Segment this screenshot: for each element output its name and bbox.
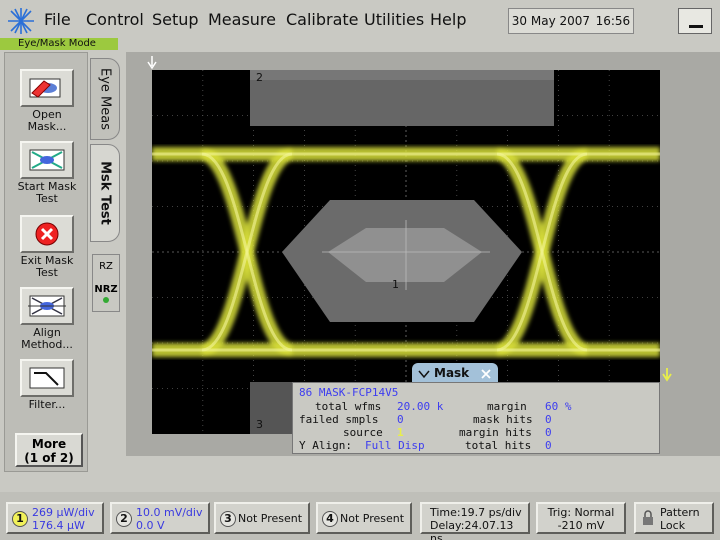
channel-4-badge: 4: [322, 511, 338, 527]
tab-eye-meas[interactable]: Eye Meas: [90, 58, 120, 140]
tab-msk-test[interactable]: Msk Test: [90, 144, 120, 242]
timebase-scale: Time:19.7 ps/div: [430, 506, 522, 519]
start-mask-test-label: Start Mask Test: [17, 180, 77, 205]
channel-4-status: Not Present: [340, 512, 405, 525]
filter-button[interactable]: Filter...: [13, 359, 81, 411]
menu-utilities[interactable]: Utilities: [364, 10, 424, 29]
trigger-mode: Trig: Normal: [547, 506, 615, 519]
menu-measure[interactable]: Measure: [208, 10, 276, 29]
date-text: 30 May 2007: [511, 14, 591, 28]
menu-help[interactable]: Help: [430, 10, 466, 29]
trigger-marker-icon: [662, 368, 672, 382]
channel-1-offset: 176.4 µW: [32, 519, 85, 532]
open-mask-button[interactable]: Open Mask...: [13, 69, 81, 133]
start-mask-test-button[interactable]: Start Mask Test: [13, 141, 81, 205]
mask-panel-title: Mask: [434, 366, 470, 380]
total-hits-value: 0: [545, 439, 552, 452]
filter-icon: [20, 359, 74, 397]
channel-2-button[interactable]: 2 10.0 mV/div 0.0 V: [110, 502, 210, 534]
channel-2-badge: 2: [116, 511, 132, 527]
region-label-2: 2: [256, 71, 263, 84]
channel-3-badge: 3: [220, 511, 236, 527]
lock-label: Lock: [660, 519, 686, 532]
lock-icon: [643, 510, 653, 525]
tab-eye-meas-label: Eye Meas: [97, 68, 113, 130]
channel-2-scale: 10.0 mV/div: [136, 506, 203, 519]
open-mask-label: Open Mask...: [27, 108, 67, 133]
timebase-button[interactable]: Time:19.7 ps/div Delay:24.07.13 ns: [420, 502, 530, 540]
margin-value: 60 %: [545, 400, 572, 413]
y-align-value: Full Disp: [365, 439, 425, 452]
channel-2-offset: 0.0 V: [136, 519, 165, 532]
exit-mask-test-icon: [20, 215, 74, 253]
menu-bar: File Control Setup Measure Calibrate Uti…: [0, 0, 720, 40]
total-wfms-value: 20.00 k: [397, 400, 444, 413]
exit-mask-test-label: Exit Mask Test: [20, 254, 74, 279]
menu-calibrate[interactable]: Calibrate: [286, 10, 359, 29]
rz-label: RZ: [99, 261, 113, 272]
align-method-label: Align Method...: [21, 326, 73, 351]
total-wfms-label: total wfms: [315, 400, 382, 413]
mode-label: Eye/Mask Mode: [0, 38, 118, 50]
close-icon[interactable]: [480, 368, 492, 380]
channel-1-badge: 1: [12, 511, 28, 527]
channel-3-button[interactable]: 3 Not Present: [214, 502, 310, 534]
minimize-button[interactable]: [678, 8, 712, 34]
nrz-label: NRZ: [94, 284, 118, 295]
agilent-logo-icon: [8, 8, 34, 34]
rz-nrz-selector[interactable]: RZ NRZ: [92, 254, 120, 312]
channel-4-button[interactable]: 4 Not Present: [316, 502, 412, 534]
source-value: 1: [397, 426, 404, 439]
mask-name: 86 MASK-FCP14V5: [299, 386, 399, 399]
margin-hits-label: margin hits: [459, 426, 532, 439]
chevron-down-icon[interactable]: [418, 369, 430, 379]
trigger-level: -210 mV: [557, 519, 605, 532]
filter-label: Filter...: [28, 398, 66, 411]
tab-msk-test-label: Msk Test: [97, 161, 113, 225]
scope-display[interactable]: 1 2 3: [152, 70, 660, 434]
region-label-1: 1: [392, 278, 399, 291]
menu-file[interactable]: File: [44, 10, 71, 29]
margin-label: margin: [487, 400, 527, 413]
failed-smpls-label: failed smpls: [299, 413, 379, 426]
source-label: source: [343, 426, 383, 439]
pattern-lock-button[interactable]: Pattern Lock: [634, 502, 714, 534]
date-time-display: 30 May 2007 16:56: [508, 8, 634, 34]
trigger-button[interactable]: Trig: Normal -210 mV: [536, 502, 626, 534]
mask-hits-value: 0: [545, 413, 552, 426]
mask-hits-label: mask hits: [473, 413, 533, 426]
y-align-label: Y Align:: [299, 439, 352, 452]
exit-mask-test-button[interactable]: Exit Mask Test: [13, 215, 81, 279]
pattern-label: Pattern: [660, 506, 700, 519]
align-method-button[interactable]: Align Method...: [13, 287, 81, 351]
more-label: More: [31, 437, 67, 451]
left-tool-panel: Open Mask... Start Mask Test Exit Mask T…: [4, 52, 88, 472]
mask-panel: 86 MASK-FCP14V5 total wfms 20.00 k faile…: [292, 382, 660, 454]
menu-control[interactable]: Control: [86, 10, 144, 29]
scope-arrow-icon: [147, 56, 157, 70]
margin-hits-value: 0: [545, 426, 552, 439]
timebase-delay: Delay:24.07.13 ns: [430, 519, 514, 540]
nrz-indicator-icon: [103, 297, 109, 303]
failed-smpls-value: 0: [397, 413, 404, 426]
channel-1-scale: 269 µW/div: [32, 506, 95, 519]
region-label-3: 3: [256, 418, 263, 431]
total-hits-label: total hits: [465, 439, 532, 452]
channel-1-button[interactable]: 1 269 µW/div 176.4 µW: [6, 502, 104, 534]
time-text: 16:56: [595, 14, 631, 28]
align-method-icon: [20, 287, 74, 325]
more-page-label: (1 of 2): [24, 451, 74, 465]
menu-setup[interactable]: Setup: [152, 10, 199, 29]
more-button[interactable]: More (1 of 2): [15, 433, 83, 467]
open-mask-icon: [20, 69, 74, 107]
channel-3-status: Not Present: [238, 512, 303, 525]
start-mask-test-icon: [20, 141, 74, 179]
